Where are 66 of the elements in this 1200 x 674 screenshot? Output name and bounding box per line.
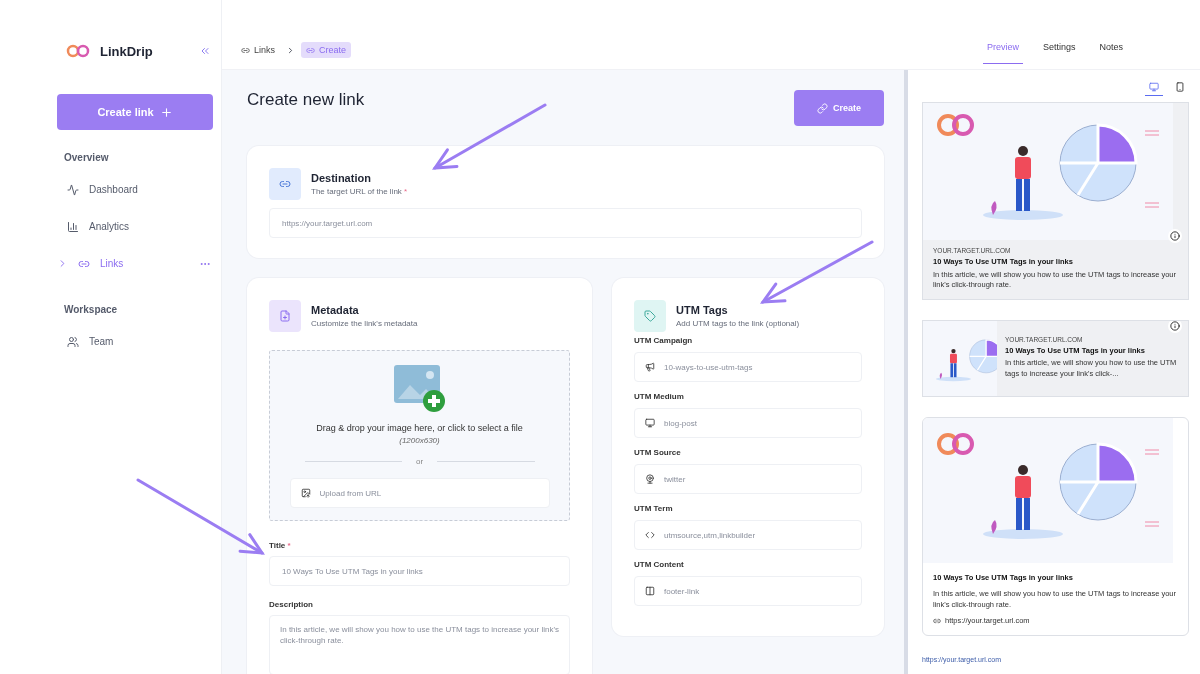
info-icon[interactable] [1168,229,1182,243]
card-subtitle: Add UTM tags to the link (optional) [676,319,800,328]
nav-item[interactable]: Links [57,245,211,282]
webcam-icon [645,474,655,484]
logo-icon [66,44,90,58]
description-textarea[interactable]: In this article, we will show you how to use the UTM tags to increase your link's click-through rate. [269,615,570,674]
info-icon[interactable] [1168,320,1182,333]
columns-icon [645,586,655,596]
plus-icon [159,105,173,119]
utm-field[interactable]: 10-ways-to-use-utm-tags [634,352,862,382]
or-divider-text: or [415,457,424,466]
card-subtitle: The target URL of the link * [311,187,408,196]
image-add-icon [393,365,446,413]
collapse-icon[interactable] [199,45,211,57]
dropzone-text: Drag & drop your image here, or click to select a file [316,423,523,433]
utm-input[interactable]: footer-link [662,577,851,605]
utm-input[interactable]: blog-post [662,409,851,437]
field-label: UTM Term [634,504,674,513]
link-icon [306,45,315,55]
link-icon [933,617,941,626]
bar-chart-icon [67,220,79,233]
card-title: Metadata [311,304,360,316]
desktop-icon[interactable] [1145,82,1163,96]
utm-input[interactable]: 10-ways-to-use-utm-tags [662,353,851,381]
brand-name: LinkDrip [100,43,154,59]
utm-field[interactable]: blog-post [634,408,862,438]
upload-url-input[interactable]: Upload from URL [317,479,539,507]
tab[interactable]: Notes [1095,42,1128,64]
utm-field[interactable]: footer-link [634,576,862,606]
file-plus-icon [269,300,301,332]
field-label: UTM Campaign [634,336,694,345]
field-label: UTM Source [634,448,682,457]
section-title: Workspace [64,304,119,315]
link-icon [241,45,250,55]
utm-input[interactable]: twitter [662,465,851,493]
monitor-icon [645,418,655,428]
card-title: UTM Tags [676,304,729,316]
megaphone-icon [645,362,655,372]
code-icon [645,530,655,540]
field-label: Title * [269,541,292,550]
utm-field[interactable]: twitter [634,464,862,494]
page-title: Create new link [247,90,365,110]
link-icon [269,168,301,200]
utm-input[interactable]: utmsource,utm,linkbuilder [662,521,851,549]
field-label: Description [269,600,314,609]
activity-icon [67,183,79,196]
tab[interactable]: Preview [983,42,1023,64]
field-label: UTM Content [634,560,685,569]
upload-url-field[interactable]: Upload from URL [289,478,550,508]
image-size-hint: (1200x630) [399,436,440,445]
utm-field[interactable]: utmsource,utm,linkbuilder [634,520,862,550]
card-title: Destination [311,172,372,184]
breadcrumb-item[interactable]: Links [236,42,280,58]
nav-item[interactable]: Analytics [57,208,211,245]
nav-item[interactable]: Team [57,323,211,360]
image-dropzone[interactable]: Drag & drop your image here, or click to select a file (1200x630) or Upload from URL [269,350,570,521]
section-title: Overview [64,152,110,163]
team-icon [67,335,79,348]
tag-icon [634,300,666,332]
link-icon [817,102,828,114]
field-label: UTM Medium [634,392,685,401]
tab[interactable]: Settings [1039,42,1080,64]
nav-item[interactable]: Dashboard [57,171,211,208]
chevron-icon [286,45,295,55]
image-upload-icon [300,488,311,498]
card-subtitle: Customize the link's metadata [311,319,418,328]
